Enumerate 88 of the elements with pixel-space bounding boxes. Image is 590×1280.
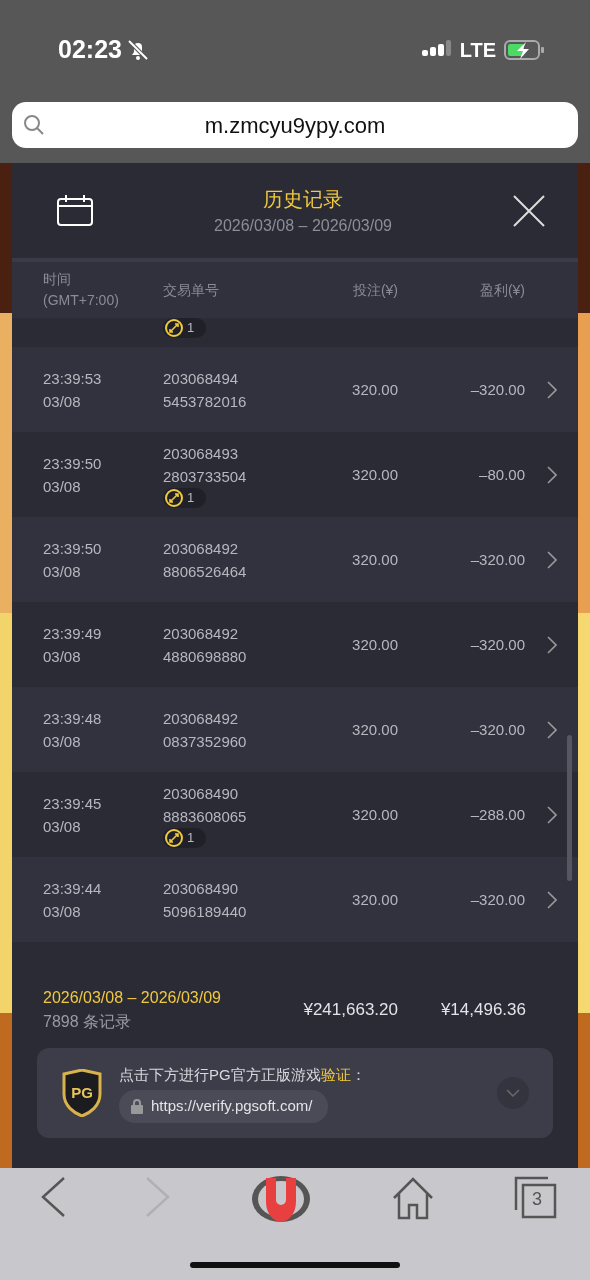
bet-amount: 320.00 — [352, 381, 398, 398]
order-id-text: 203068490 — [163, 783, 239, 804]
profit-amount: –320.00 — [470, 381, 525, 398]
mute-icon — [125, 38, 150, 62]
total-profit: ¥14,496.36 — [439, 999, 526, 1022]
date-text: 03/08 — [43, 476, 82, 497]
network-label: LTE — [459, 38, 496, 63]
chevron-down-icon — [506, 1089, 520, 1097]
verify-link[interactable]: https://verify.pgsoft.com/ — [119, 1090, 329, 1123]
lock-icon — [131, 1098, 143, 1115]
order-id-text: 8806526464 — [163, 561, 247, 582]
address-bar[interactable]: m.zmcyu9ypy.com — [12, 102, 578, 148]
order-id-text: 203068492 — [163, 623, 239, 644]
time-text: 23:39:53 — [43, 368, 103, 389]
scrollbar-thumb[interactable] — [567, 735, 572, 881]
profit-amount: –320.00 — [470, 721, 525, 738]
bet-amount: 320.00 — [352, 721, 398, 738]
home-button[interactable] — [391, 1176, 435, 1220]
table-row[interactable]: 23:39:44 03/08 203068490 5096189440 320.00 –320.00 — [12, 857, 578, 942]
close-icon[interactable] — [513, 194, 545, 227]
spin-icon — [165, 319, 183, 337]
date-range: 2026/03/08 – 2026/03/09 — [214, 215, 392, 236]
order-id-text: 203068492 — [163, 538, 239, 559]
chevron-right-icon — [546, 465, 557, 484]
battery-icon — [504, 39, 546, 61]
order-id-text: 0837352960 — [163, 731, 247, 752]
order-id-text: 203068490 — [163, 878, 239, 899]
order-id-text: 203068492 — [163, 708, 239, 729]
chevron-right-icon — [546, 550, 557, 569]
record-count: 7898 条记录 — [43, 1012, 133, 1032]
date-text: 03/08 — [43, 816, 82, 837]
order-id-text: 203068494 — [163, 368, 239, 389]
order-id-text: 2803733504 — [163, 466, 247, 487]
profit-amount: –80.00 — [479, 466, 525, 483]
profit-amount: –320.00 — [470, 551, 525, 568]
app-logo-button[interactable] — [250, 1174, 312, 1224]
order-id-text: 4880698880 — [163, 646, 247, 667]
table-row[interactable]: 23:39:48 03/08 203068492 0837352960 320.00 –320.00 — [12, 687, 578, 772]
dialog-title: 历史记录 — [263, 186, 343, 212]
shield-logo: PG — [61, 1069, 103, 1117]
time-text: 23:39:48 — [43, 708, 103, 729]
table-row[interactable]: 23:39:53 03/08 203068494 5453782016 320.00 –320.00 — [12, 347, 578, 432]
time-text: 23:39:50 — [43, 453, 103, 474]
table-row[interactable]: 23:39:50 03/08 203068492 8806526464 320.00 –320.00 — [12, 517, 578, 602]
clock-time: 02:23 — [58, 34, 122, 66]
chevron-right-icon — [546, 720, 557, 739]
profit-amount: –320.00 — [470, 636, 525, 653]
time-text: 23:39:50 — [43, 538, 103, 559]
bet-amount: 320.00 — [352, 636, 398, 653]
order-id-text: 5096189440 — [163, 901, 247, 922]
spin-icon — [165, 828, 183, 847]
bet-amount: 320.00 — [352, 891, 398, 908]
verify-prompt: 点击下方进行PG官方正版游戏验证： — [119, 1064, 366, 1085]
summary-date-range: 2026/03/08 – 2026/03/09 — [43, 988, 222, 1008]
time-text: 23:39:44 — [43, 878, 103, 899]
date-text: 03/08 — [43, 561, 82, 582]
bet-amount: 320.00 — [352, 551, 398, 568]
url-text: m.zmcyu9ypy.com — [203, 111, 387, 140]
date-text: 03/08 — [43, 901, 82, 922]
column-header: 投注(¥) — [352, 281, 398, 298]
column-header: 交易单号 — [163, 281, 219, 298]
spin-icon — [165, 488, 183, 507]
free-spin-badge: 1 — [163, 827, 207, 848]
chevron-right-icon — [546, 805, 557, 824]
column-header: 盈利(¥) — [479, 281, 525, 298]
chevron-right-icon — [546, 380, 557, 399]
date-text: 03/08 — [43, 646, 82, 667]
date-text: 03/08 — [43, 391, 82, 412]
date-text: 03/08 — [43, 731, 82, 752]
free-spin-badge: 1 — [163, 318, 207, 338]
time-text: 23:39:45 — [43, 793, 103, 814]
back-button[interactable] — [40, 1176, 66, 1218]
bet-amount: 320.00 — [352, 466, 398, 483]
chevron-right-icon — [546, 635, 557, 654]
search-icon — [22, 113, 46, 137]
calendar-icon[interactable] — [57, 194, 93, 227]
free-spin-badge: 1 — [163, 487, 207, 508]
time-text: 23:39:49 — [43, 623, 103, 644]
total-bet: ¥241,663.20 — [302, 999, 398, 1022]
order-id-text: 203068493 — [163, 443, 239, 464]
column-subheader: (GMT+7:00) — [43, 291, 120, 310]
profit-amount: –288.00 — [470, 806, 525, 823]
profit-amount: –320.00 — [470, 891, 525, 908]
bet-amount: 320.00 — [352, 806, 398, 823]
column-header: 时间 — [43, 270, 72, 289]
order-id-text: 5453782016 — [163, 391, 247, 412]
order-id-text: 8883608065 — [163, 806, 247, 827]
chevron-right-icon — [546, 890, 557, 909]
